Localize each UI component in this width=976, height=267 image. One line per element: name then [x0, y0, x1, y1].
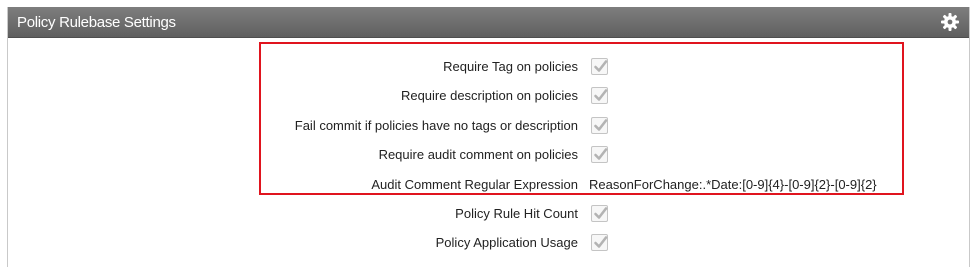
setting-label: Policy Application Usage: [435, 235, 578, 251]
policy-application-usage-checkbox[interactable]: [591, 234, 608, 252]
setting-row-policy-rule-hit-count: Policy Rule Hit Count: [8, 200, 969, 229]
checkmark-icon: [594, 118, 608, 131]
panel-header: Policy Rulebase Settings: [8, 7, 969, 38]
setting-row-fail-commit-if-policies-have-no-tags-or-description: Fail commit if policies have no tags or …: [8, 112, 969, 141]
checkmark-icon: [594, 89, 608, 102]
audit-comment-regex-value[interactable]: ReasonForChange:.*Date:[0-9]{4}-[0-9]{2}…: [589, 177, 877, 192]
checkmark-icon: [594, 236, 608, 249]
require-audit-comment-on-policies-checkbox[interactable]: [591, 146, 608, 164]
gear-icon[interactable]: [939, 11, 961, 33]
checkmark-icon: [594, 148, 608, 160]
setting-label: Require Tag on policies: [443, 59, 578, 74]
require-tag-on-policies-checkbox[interactable]: [591, 58, 608, 75]
require-description-on-policies-checkbox[interactable]: [591, 87, 608, 105]
setting-row-policy-application-usage: Policy Application Usage: [8, 229, 969, 258]
fail-commit-if-policies-have-no-tags-or-description-checkbox[interactable]: [591, 116, 608, 134]
panel-title: Policy Rulebase Settings: [17, 14, 176, 31]
policy-rule-hit-count-checkbox[interactable]: [591, 205, 608, 222]
setting-label: Audit Comment Regular Expression: [371, 176, 578, 192]
checkmark-icon: [594, 207, 608, 219]
setting-row-require-description-on-policies: Require description on policies: [8, 82, 969, 111]
setting-label: Policy Rule Hit Count: [455, 206, 578, 221]
setting-label: Require audit comment on policies: [378, 147, 578, 163]
setting-label: Require description on policies: [400, 88, 578, 104]
page: Policy Rulebase Settings Require Tag on …: [0, 0, 976, 267]
checkmark-icon: [594, 60, 608, 72]
setting-label: Fail commit if policies have no tags or …: [294, 117, 578, 133]
setting-row-require-tag-on-policies: Require Tag on policies: [8, 53, 969, 82]
setting-row-require-audit-comment-on-policies: Require audit comment on policies: [8, 141, 969, 170]
policy-rulebase-settings-panel: Policy Rulebase Settings Require Tag on …: [7, 7, 970, 267]
setting-row-audit-comment-regular-expression: Audit Comment Regular Expression ReasonFo…: [8, 171, 969, 200]
